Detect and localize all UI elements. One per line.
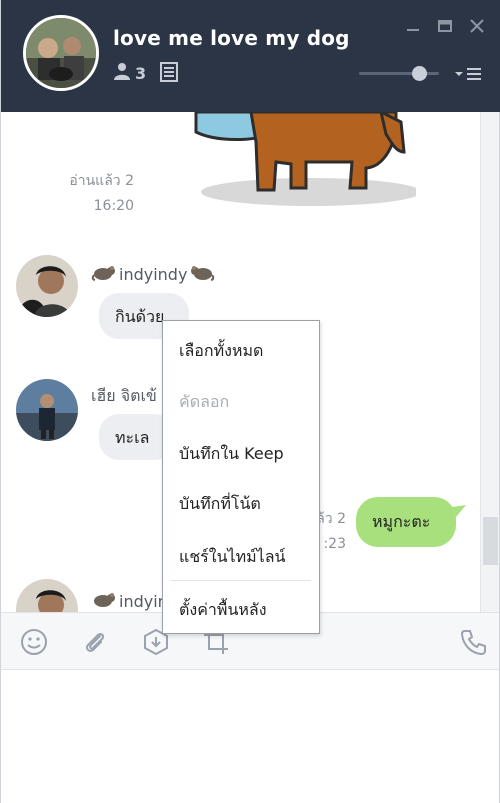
volume-slider[interactable]	[359, 66, 439, 82]
message-input[interactable]	[1, 670, 499, 803]
scrollbar-thumb[interactable]	[483, 517, 498, 565]
sender-name: เฮีย จิตเข้	[91, 384, 157, 409]
member-count-label: 3	[135, 63, 147, 83]
note-icon[interactable]	[160, 62, 178, 86]
call-icon[interactable]	[459, 628, 487, 656]
maximize-icon[interactable]	[437, 18, 453, 34]
rat-icon	[91, 590, 117, 612]
avatar[interactable]	[16, 255, 78, 317]
emoji-icon[interactable]	[20, 628, 48, 656]
chat-window: love me love my dog 3 อ่านแล้ว 2 16:20 i…	[0, 0, 500, 803]
minimize-icon[interactable]	[405, 18, 421, 34]
menu-item-select-all[interactable]: เลือกทั้งหมด	[179, 339, 263, 364]
close-icon[interactable]	[469, 18, 485, 34]
window-controls	[405, 18, 485, 34]
sender-name: indyindy	[91, 263, 215, 285]
menu-item-background-settings[interactable]: ตั้งค่าพื้นหลัง	[179, 598, 267, 623]
sender-name-label: indyindy	[119, 264, 188, 284]
dog-sticker[interactable]	[186, 112, 421, 212]
rat-icon	[189, 263, 215, 285]
menu-separator	[171, 580, 311, 581]
avatar[interactable]	[16, 579, 78, 612]
menu-button[interactable]	[453, 66, 483, 86]
avatar[interactable]	[16, 379, 78, 441]
menu-item-save-note[interactable]: บันทึกที่โน้ต	[179, 492, 261, 517]
sender-name: indyin	[91, 590, 168, 612]
menu-item-share-timeline[interactable]: แชร์ในไทม์ไลน์	[179, 545, 285, 570]
chat-header: love me love my dog 3	[1, 0, 500, 112]
slider-knob[interactable]	[412, 66, 427, 81]
slider-track	[359, 72, 439, 75]
attach-icon[interactable]	[81, 628, 109, 656]
group-avatar[interactable]	[23, 15, 99, 91]
rat-icon	[91, 263, 117, 285]
scrollbar[interactable]	[480, 112, 499, 612]
bubble-tail	[452, 504, 466, 523]
message-time: 16:20	[93, 198, 134, 214]
chat-title: love me love my dog	[113, 26, 350, 50]
read-receipt: อ่านแล้ว 2 16:20	[57, 170, 134, 214]
sender-name-label: เฮีย จิตเข้	[91, 386, 157, 405]
member-count[interactable]: 3	[113, 62, 146, 84]
menu-item-copy[interactable]: คัดลอก	[179, 390, 229, 415]
context-menu: เลือกทั้งหมด คัดลอก บันทึกใน Keep บันทึก…	[162, 320, 320, 634]
read-status: อ่านแล้ว 2	[69, 173, 134, 189]
sent-message-bubble[interactable]: หมูกะตะ	[356, 497, 456, 547]
sender-name-label: indyin	[119, 591, 168, 611]
menu-item-save-keep[interactable]: บันทึกใน Keep	[179, 442, 284, 467]
person-icon	[113, 62, 131, 84]
